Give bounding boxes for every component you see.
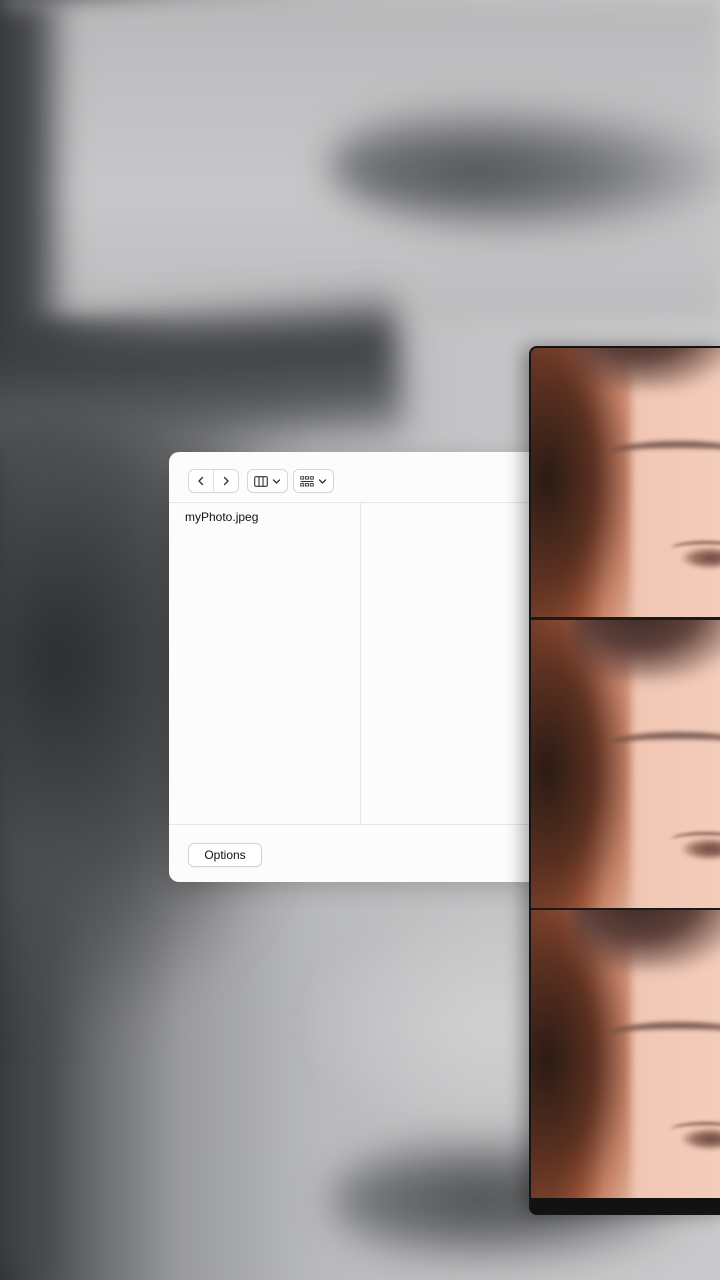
photo-frame [531,348,720,617]
group-icon [300,475,314,486]
navigation-buttons [188,469,239,493]
photo-preview-window [529,346,720,1215]
options-button[interactable]: Options [188,843,262,867]
chevron-down-icon [272,478,281,484]
columns-icon [254,475,268,487]
chevron-down-icon [318,478,327,484]
forward-button[interactable] [213,470,238,492]
chevron-left-icon [198,476,204,486]
chevron-right-icon [223,476,229,486]
photo-frame [531,620,720,908]
file-column: myPhoto.jpeg [169,502,361,824]
file-item[interactable]: myPhoto.jpeg [185,510,258,524]
back-button[interactable] [189,470,213,492]
view-mode-dropdown[interactable] [247,469,288,493]
photo-frame [531,910,720,1198]
group-by-dropdown[interactable] [293,469,334,493]
